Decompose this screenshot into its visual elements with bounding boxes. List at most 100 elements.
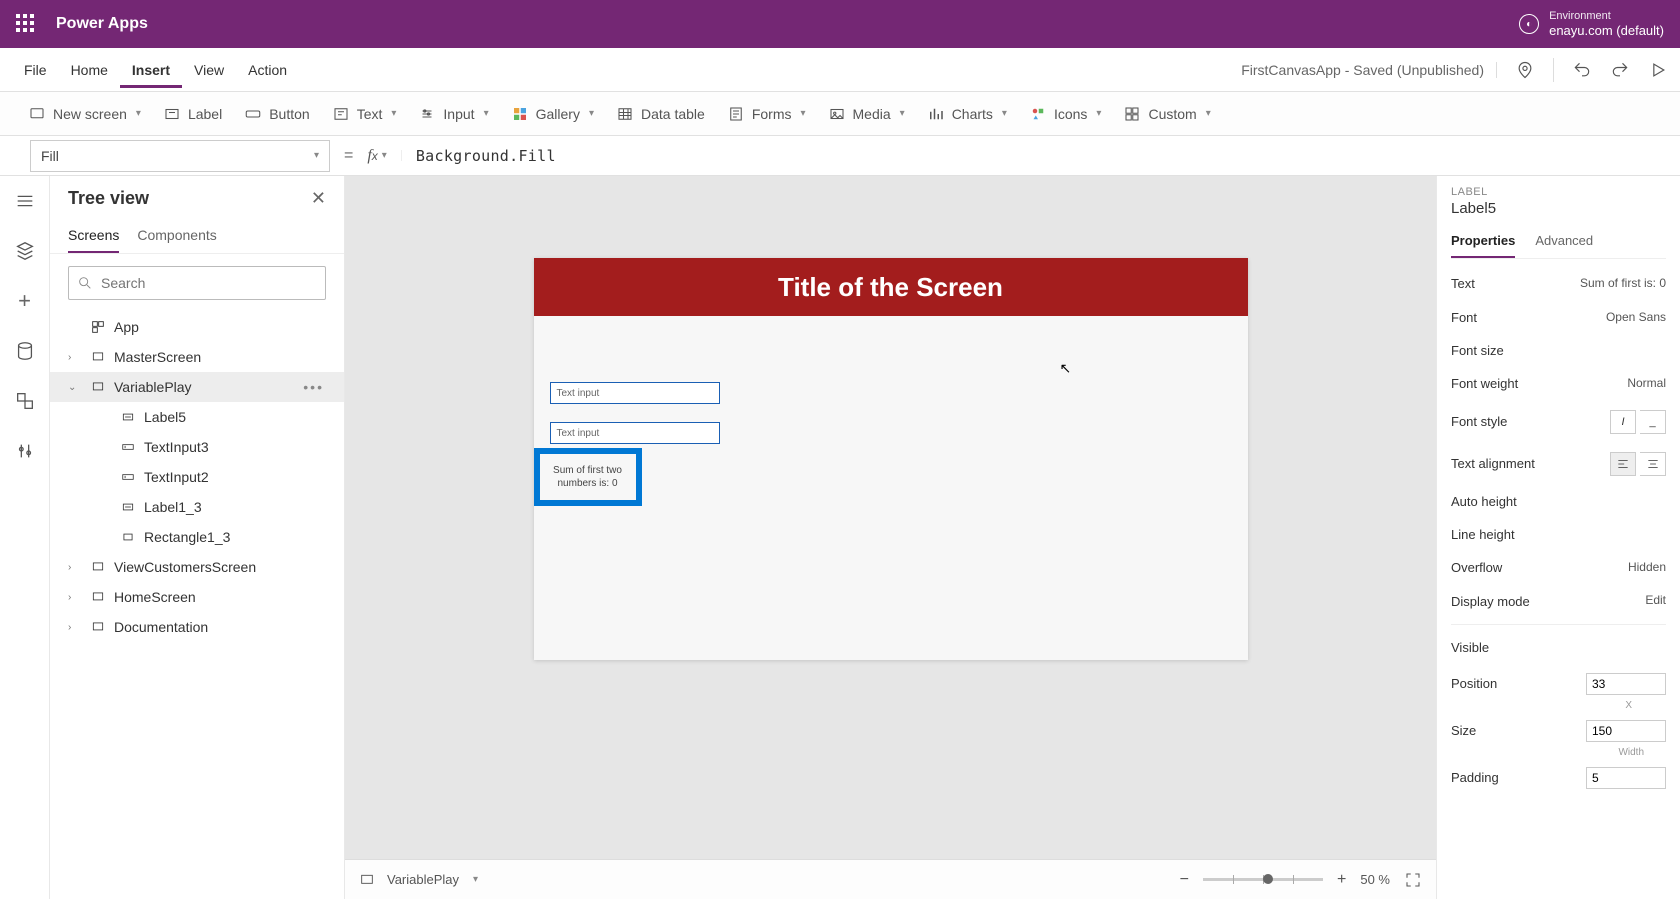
play-icon[interactable] (1648, 60, 1668, 80)
chevron-down-icon: ▾ (900, 108, 905, 119)
menu-action[interactable]: Action (236, 52, 299, 88)
prop-text-value[interactable]: Sum of first is: 0 (1580, 276, 1666, 292)
forms-dropdown[interactable]: Forms▾ (727, 105, 806, 123)
zoom-out-button[interactable]: − (1180, 871, 1189, 889)
prop-padding-value[interactable] (1586, 767, 1666, 789)
environment-icon[interactable]: ◐ (1519, 14, 1539, 34)
environment-block[interactable]: Environment enayu.com (default) (1549, 10, 1664, 39)
status-screen-name[interactable]: VariablePlay (387, 872, 459, 887)
input-dropdown[interactable]: Input▾ (418, 105, 488, 123)
chevron-down-icon[interactable]: ▾ (473, 874, 478, 885)
tree-search[interactable] (68, 266, 326, 300)
italic-button[interactable]: I (1610, 410, 1636, 434)
prop-position-x[interactable] (1586, 673, 1666, 695)
tree-label: ViewCustomersScreen (114, 559, 256, 575)
datatable-button[interactable]: Data table (616, 105, 705, 123)
prop-textalign-label: Text alignment (1451, 456, 1535, 471)
text-btn-label: Text (357, 106, 383, 122)
button-button[interactable]: Button (244, 105, 309, 123)
canvas-statusbar: VariablePlay ▾ − + 50 % (345, 859, 1436, 899)
insert-icon[interactable]: + (14, 290, 36, 312)
new-screen-button[interactable]: New screen▾ (28, 105, 141, 123)
zoom-in-button[interactable]: + (1337, 871, 1346, 889)
media-btn-label: Media (853, 106, 891, 122)
tab-screens[interactable]: Screens (68, 219, 119, 253)
prop-fontweight-label: Font weight (1451, 376, 1518, 391)
custom-dropdown[interactable]: Custom▾ (1123, 105, 1210, 123)
hamburger-icon[interactable] (14, 190, 36, 212)
chevron-down-icon: ▾ (1206, 108, 1211, 119)
canvas-selected-label[interactable]: Sum of first two numbers is: 0 (534, 448, 642, 506)
data-icon[interactable] (14, 340, 36, 362)
tree-node-viewcustomers[interactable]: ›ViewCustomersScreen (50, 552, 344, 582)
menu-home[interactable]: Home (59, 52, 120, 88)
align-left-button[interactable] (1610, 452, 1636, 476)
search-input[interactable] (101, 275, 317, 291)
tab-advanced[interactable]: Advanced (1535, 225, 1593, 258)
zoom-slider[interactable] (1203, 878, 1323, 881)
input-btn-label: Input (443, 106, 474, 122)
control-type: LABEL (1451, 186, 1666, 198)
more-icon[interactable]: ••• (303, 379, 334, 395)
media-dropdown[interactable]: Media ▾ (828, 105, 905, 123)
prop-displaymode-value[interactable]: Edit (1645, 593, 1666, 609)
tree-node-homescreen[interactable]: ›HomeScreen (50, 582, 344, 612)
property-dropdown[interactable]: Fill ▾ (30, 140, 330, 172)
icons-dropdown[interactable]: Icons▾ (1029, 105, 1102, 123)
canvas-screen[interactable]: Title of the Screen Text input Text inpu… (534, 258, 1248, 660)
label-button[interactable]: Label (163, 105, 222, 123)
canvas-textinput-2[interactable]: Text input (550, 422, 720, 444)
left-rail: + (0, 176, 50, 899)
tree-node-variableplay[interactable]: ⌄VariablePlay••• (50, 372, 344, 402)
tree-view-icon[interactable] (14, 240, 36, 262)
gallery-dropdown[interactable]: Gallery▾ (511, 105, 594, 123)
tree-node-masterscreen[interactable]: ›MasterScreen (50, 342, 344, 372)
prop-size-width[interactable] (1586, 720, 1666, 742)
tree-label: App (114, 319, 139, 335)
app-checker-icon[interactable] (1515, 60, 1535, 80)
tree-node-rectangle1-3[interactable]: Rectangle1_3 (50, 522, 344, 552)
tree-label: Label1_3 (144, 499, 202, 515)
menu-view[interactable]: View (182, 52, 236, 88)
charts-dropdown[interactable]: Charts▾ (927, 105, 1007, 123)
menu-insert[interactable]: Insert (120, 52, 182, 88)
undo-icon[interactable] (1572, 60, 1592, 80)
canvas-textinput-1[interactable]: Text input (550, 382, 720, 404)
redo-icon[interactable] (1610, 60, 1630, 80)
tree-node-textinput3[interactable]: TextInput3 (50, 432, 344, 462)
screen-title-label[interactable]: Title of the Screen (534, 258, 1248, 316)
tree-node-label1-3[interactable]: Label1_3 (50, 492, 344, 522)
underline-button[interactable]: _ (1640, 410, 1666, 434)
formula-input[interactable]: Background.Fill (402, 147, 556, 165)
new-screen-label: New screen (53, 106, 127, 122)
menu-file[interactable]: File (12, 52, 59, 88)
media-panel-icon[interactable] (14, 390, 36, 412)
waffle-icon[interactable] (16, 14, 36, 34)
close-icon[interactable]: ✕ (311, 188, 326, 209)
tab-components[interactable]: Components (137, 219, 216, 253)
fx-icon[interactable]: fx (367, 147, 381, 165)
tree-node-documentation[interactable]: ›Documentation (50, 612, 344, 642)
insert-ribbon: New screen▾ Label Button Text▾ Input▾ Ga… (0, 92, 1680, 136)
tree-label: MasterScreen (114, 349, 201, 365)
prop-overflow-value[interactable]: Hidden (1628, 560, 1666, 576)
environment-label: Environment (1549, 10, 1664, 23)
tree-node-app[interactable]: App (50, 312, 344, 342)
tab-properties[interactable]: Properties (1451, 225, 1515, 258)
tree-node-label5[interactable]: Label5 (50, 402, 344, 432)
prop-fontsize-label: Font size (1451, 343, 1504, 358)
advanced-tools-icon[interactable] (14, 440, 36, 462)
prop-font-value[interactable]: Open Sans (1606, 310, 1666, 326)
tree-node-textinput2[interactable]: TextInput2 (50, 462, 344, 492)
app-header: Power Apps ◐ Environment enayu.com (defa… (0, 0, 1680, 48)
text-dropdown[interactable]: Text▾ (332, 105, 397, 123)
tree-view-panel: Tree view ✕ Screens Components App ›Mast… (50, 176, 345, 899)
search-icon (77, 275, 93, 291)
fit-screen-icon[interactable] (1404, 871, 1422, 889)
control-name[interactable]: Label5 (1451, 200, 1666, 217)
fx-expand-icon[interactable]: ▾ (382, 150, 402, 161)
button-btn-label: Button (269, 106, 309, 122)
align-center-button[interactable] (1640, 452, 1666, 476)
tree-label: Rectangle1_3 (144, 529, 230, 545)
prop-fontweight-value[interactable]: Normal (1627, 376, 1666, 392)
